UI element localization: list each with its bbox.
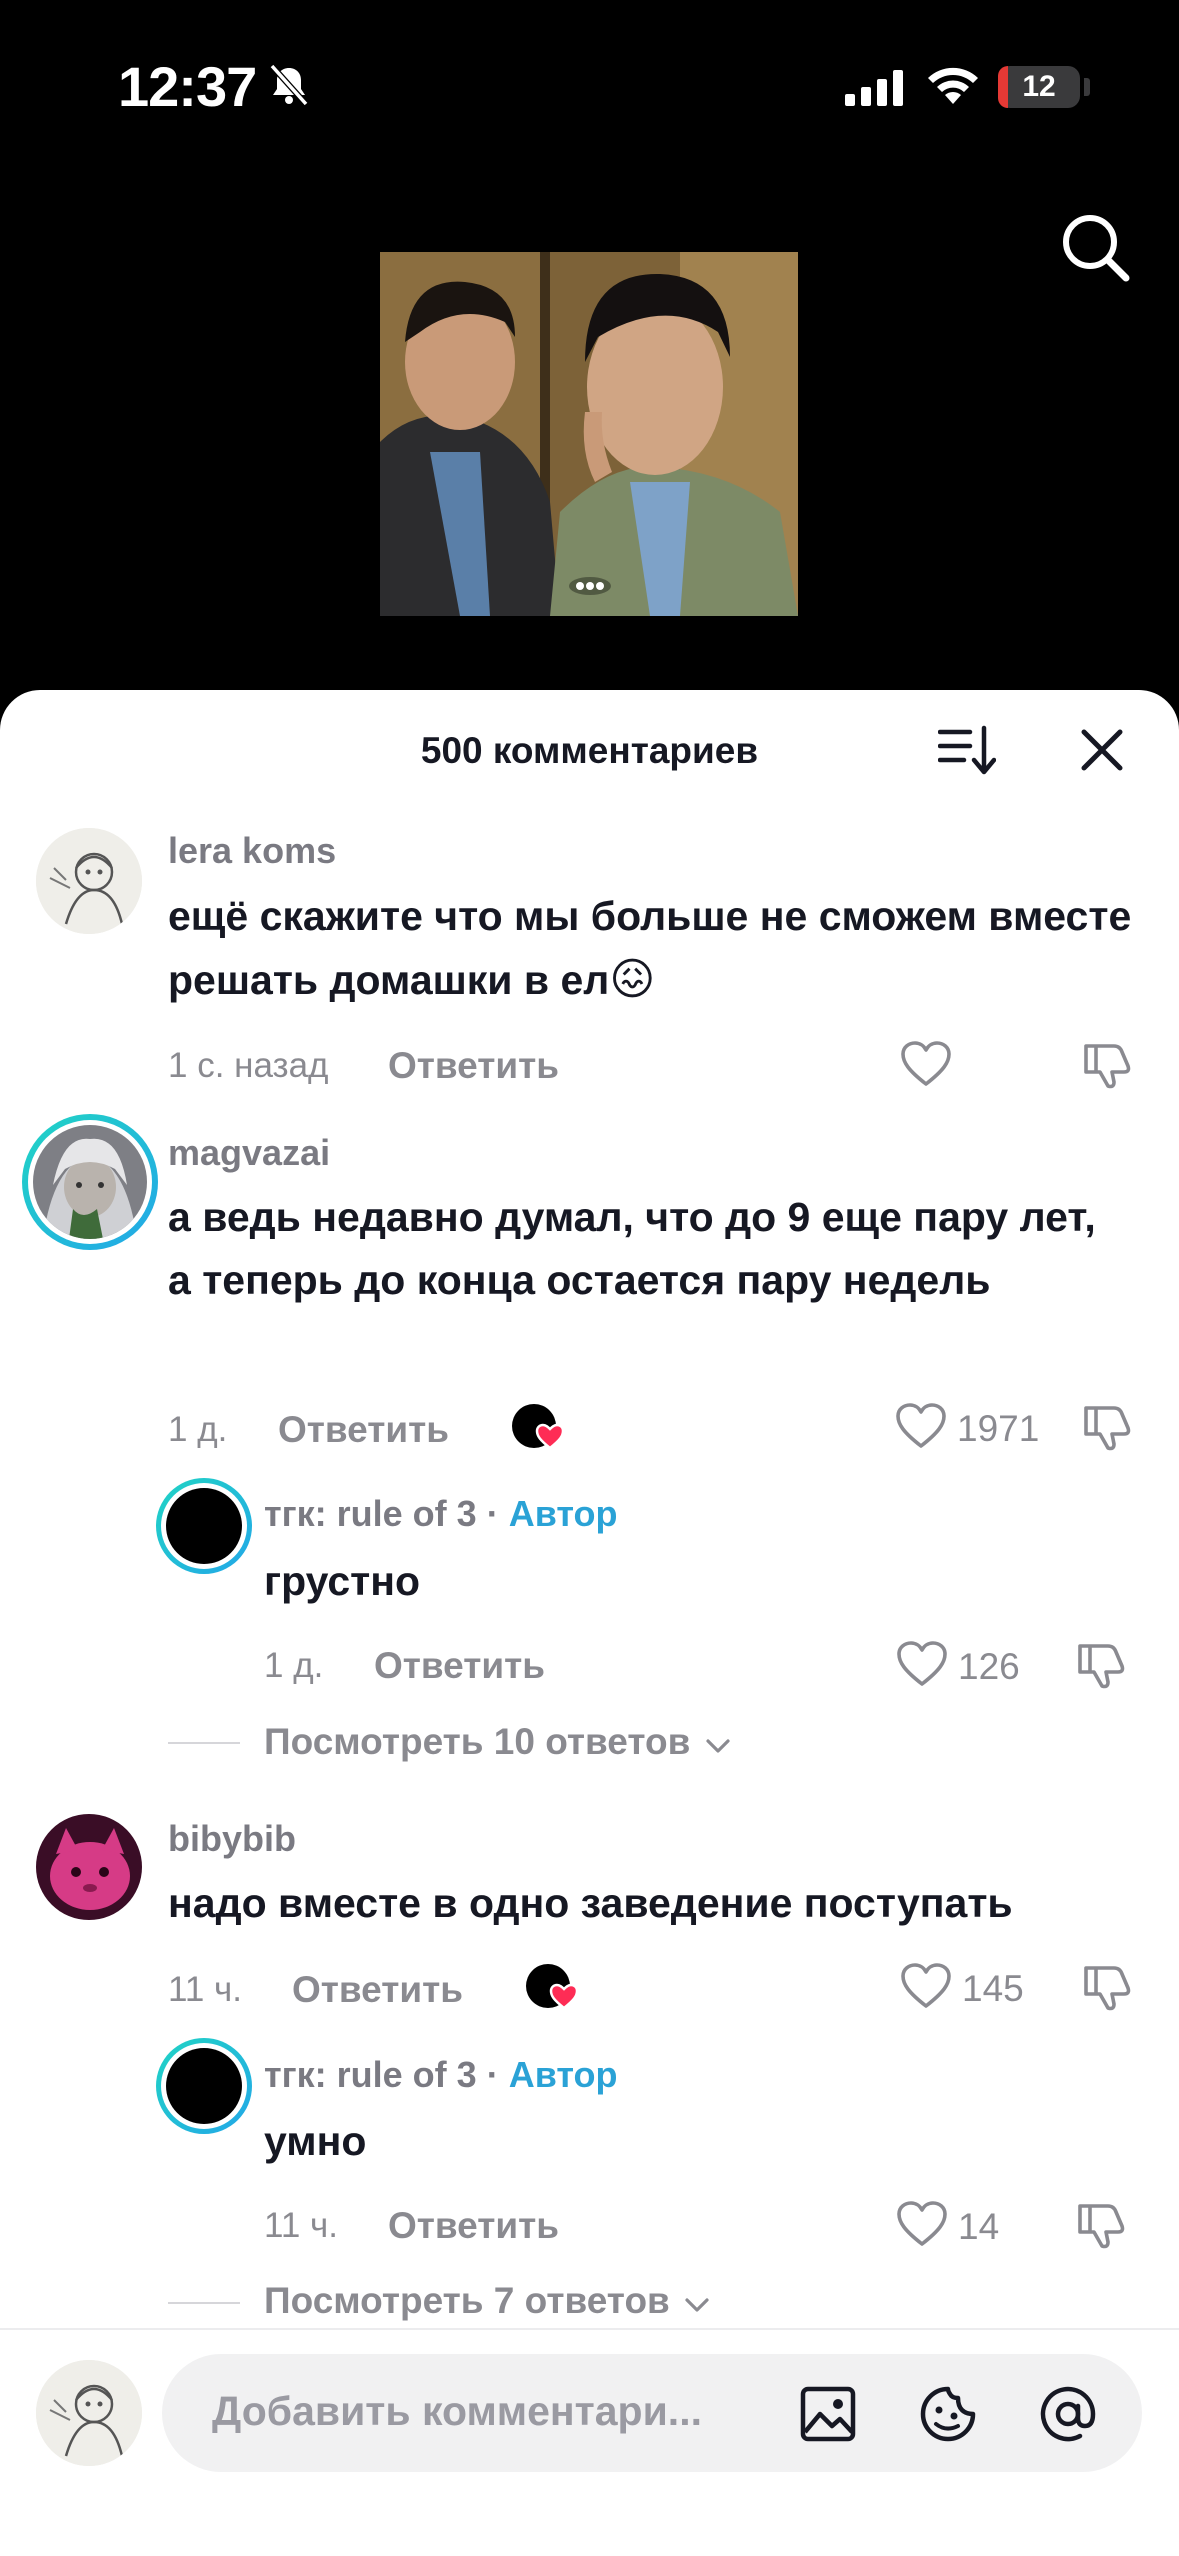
comment-username[interactable]: magvazai	[168, 1132, 330, 1174]
avatar-story-ring[interactable]	[22, 1114, 158, 1250]
like-count: 1971	[957, 1408, 1040, 1449]
dislike-icon[interactable]	[1074, 1638, 1126, 1690]
like-button[interactable]: 1971	[895, 1402, 1039, 1452]
heart-icon	[901, 1963, 951, 2008]
mute-bell-icon	[269, 63, 309, 107]
like-count: 126	[958, 1646, 1020, 1687]
avatar[interactable]	[36, 828, 142, 934]
reply-username-text: тгк: rule of 3	[264, 2054, 477, 2095]
like-count: 145	[962, 1968, 1024, 2009]
close-icon[interactable]	[1080, 728, 1124, 772]
emoji-icon[interactable]	[918, 2384, 978, 2444]
comment-time: 1 с. назад	[168, 1046, 329, 1085]
view-replies-divider	[168, 2302, 240, 2304]
status-bar: 12:37 12	[0, 0, 1179, 170]
comments-sheet: 500 комментариев lera koms ещё скажите ч…	[0, 690, 1179, 2556]
comment-username[interactable]: lera koms	[168, 830, 336, 872]
reply-button[interactable]: Ответить	[292, 1969, 463, 2011]
reply-username-text: тгк: rule of 3	[264, 1493, 477, 1534]
comment-input[interactable]	[212, 2388, 772, 2435]
heart-icon	[897, 1641, 947, 1686]
view-replies-button[interactable]: Посмотреть 10 ответов	[264, 1721, 731, 1763]
creator-liked-badge	[524, 1962, 579, 2012]
battery-cap	[1084, 78, 1090, 96]
comment-input-box[interactable]	[162, 2354, 1142, 2472]
author-badge: Автор	[508, 1493, 618, 1534]
my-avatar	[36, 2360, 142, 2466]
comment-text: а ведь недавно думал, что до 9 еще пару …	[168, 1194, 1096, 1303]
signal-icon	[845, 70, 903, 106]
avatar	[33, 1125, 147, 1239]
separator-dot: ·	[486, 2054, 499, 2095]
heart-icon	[901, 1041, 951, 1086]
battery-icon: 12	[998, 66, 1080, 108]
view-replies-label: Посмотреть 7 ответов	[264, 2280, 670, 2321]
image-icon[interactable]	[798, 2384, 858, 2444]
comment-username[interactable]: bibybib	[168, 1818, 296, 1860]
view-replies-divider	[168, 1742, 240, 1744]
wifi-icon	[928, 67, 978, 104]
comment-time: 11 ч.	[168, 1970, 243, 2009]
dislike-icon[interactable]	[1080, 1038, 1132, 1090]
reply-username[interactable]: тгк: rule of 3 · Автор	[264, 2054, 618, 2096]
dislike-icon[interactable]	[1080, 1960, 1132, 2012]
emoji-confounded: 😖	[609, 955, 656, 1004]
avatar[interactable]	[36, 1814, 142, 1920]
view-replies-label: Посмотреть 10 ответов	[264, 1721, 691, 1762]
reply-text: умно	[264, 2118, 367, 2164]
reply-button[interactable]: Ответить	[388, 1045, 559, 1087]
comment-text: надо вместе в одно заведение поступать	[168, 1880, 1013, 1926]
author-badge: Автор	[508, 2054, 618, 2095]
creator-liked-badge	[510, 1402, 565, 1452]
dislike-icon[interactable]	[1080, 1400, 1132, 1452]
video-scene-image	[380, 252, 798, 616]
heart-icon	[896, 1403, 946, 1448]
avatar	[166, 1488, 242, 1564]
more-dots-icon[interactable]	[568, 576, 612, 596]
input-divider	[0, 2328, 1179, 2330]
comment-text: ещё скажите что мы больше не сможем вмес…	[168, 885, 1168, 1012]
reply-time: 11 ч.	[264, 2206, 339, 2245]
like-button[interactable]	[900, 1040, 956, 1090]
status-time: 12:37	[118, 55, 257, 118]
battery-percent: 12	[1022, 70, 1056, 103]
reply-button[interactable]: Ответить	[374, 1645, 545, 1687]
separator-dot: ·	[486, 1493, 499, 1534]
reply-button[interactable]: Ответить	[388, 2205, 559, 2247]
chevron-down-icon	[685, 2298, 709, 2312]
avatar	[166, 2048, 242, 2124]
search-icon[interactable]	[1058, 210, 1132, 284]
mention-icon[interactable]	[1038, 2384, 1098, 2444]
reply-button[interactable]: Ответить	[278, 1409, 449, 1451]
heart-icon	[897, 2201, 947, 2246]
reply-username[interactable]: тгк: rule of 3 · Автор	[264, 1493, 618, 1535]
video-thumbnail[interactable]	[380, 252, 798, 616]
avatar-story-ring[interactable]	[156, 2038, 252, 2134]
like-button[interactable]: 126	[896, 1640, 1026, 1690]
like-button[interactable]: 14	[896, 2200, 1006, 2250]
sort-icon[interactable]	[938, 724, 996, 776]
like-button[interactable]: 145	[900, 1962, 1030, 2012]
comment-time: 1 д.	[168, 1410, 228, 1449]
dislike-icon[interactable]	[1074, 2198, 1126, 2250]
like-count: 14	[958, 2206, 1000, 2247]
comments-count-title: 500 комментариев	[420, 730, 759, 771]
view-replies-button[interactable]: Посмотреть 7 ответов	[264, 2280, 710, 2322]
reply-time: 1 д.	[264, 1646, 324, 1685]
chevron-down-icon	[706, 1739, 730, 1753]
avatar-story-ring[interactable]	[156, 1478, 252, 1574]
reply-text: грустно	[264, 1558, 421, 1604]
